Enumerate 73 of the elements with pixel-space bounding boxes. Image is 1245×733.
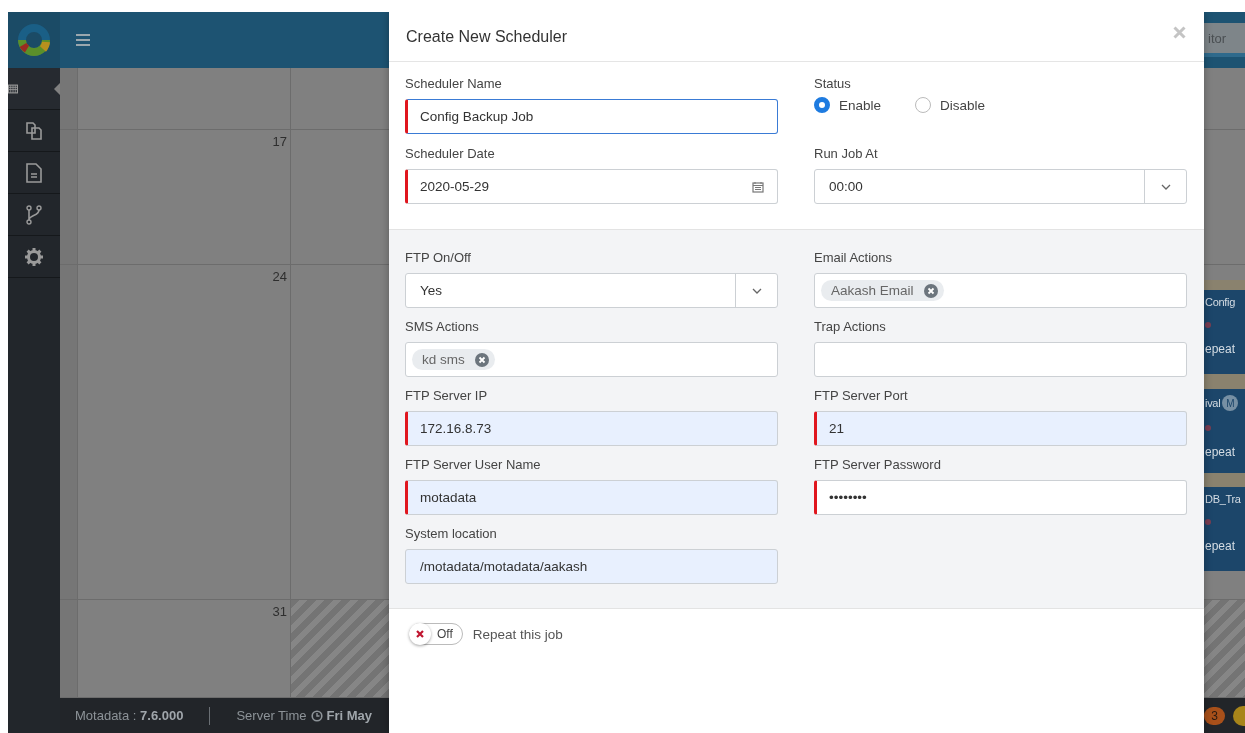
field-label: FTP Server Port — [814, 388, 909, 403]
field-label: Scheduler Name — [405, 76, 503, 91]
toggle-label: Repeat this job — [472, 626, 563, 642]
remove-icon[interactable] — [923, 283, 938, 298]
field-label: FTP On/Off — [405, 250, 472, 265]
radio-button[interactable] — [915, 97, 932, 113]
text-field[interactable]: motadata — [405, 480, 778, 515]
text-field[interactable]: /motadata/motadata/aakash — [405, 549, 778, 584]
event-repeat-text: epeat — [1205, 539, 1237, 553]
dropdown[interactable]: 00:00 — [814, 169, 1187, 204]
tag-input-field[interactable] — [814, 342, 1187, 377]
day-number: 24 — [272, 269, 287, 284]
calendar-icon[interactable] — [752, 180, 764, 193]
event-title: Config — [1205, 296, 1235, 308]
radio-option[interactable]: Enable — [814, 97, 882, 113]
event-repeat-text: epeat — [1205, 445, 1237, 459]
dialog-title: Create New Scheduler — [406, 27, 567, 46]
calendar-cell[interactable]: 17 — [78, 130, 291, 264]
chevron-down-icon — [1160, 183, 1171, 190]
field-label: SMS Actions — [405, 319, 480, 334]
event-repeat-text: epeat — [1205, 342, 1237, 356]
dropdown[interactable]: Yes — [405, 273, 778, 308]
event-strip — [1204, 374, 1245, 389]
dot-icon — [1205, 322, 1211, 328]
event-card[interactable]: DB_Tra epeat — [1204, 487, 1245, 571]
field-label: Email Actions — [814, 250, 894, 265]
event-title: DB_Tra — [1205, 493, 1241, 505]
text-field[interactable]: Config Backup Job — [405, 99, 778, 134]
settings-icon — [25, 247, 43, 266]
event-title: ival — [1205, 397, 1221, 409]
day-number: 31 — [272, 604, 287, 619]
toggle-switch[interactable]: Off — [409, 623, 463, 645]
tag-label: kd sms — [422, 352, 465, 367]
dot-icon — [1205, 519, 1211, 525]
logo-icon — [17, 23, 51, 57]
field-label: Status — [814, 76, 852, 91]
remove-icon[interactable] — [474, 352, 489, 367]
field-label: FTP Server Password — [814, 457, 942, 472]
field-label: FTP Server User Name — [405, 457, 542, 472]
tag-input-field[interactable]: Aakash Email — [814, 273, 1187, 308]
field-label: Scheduler Date — [405, 146, 496, 161]
event-card[interactable]: ival M epeat — [1204, 389, 1245, 473]
field-label: System location — [405, 526, 498, 541]
menu-icon[interactable] — [76, 34, 90, 46]
event-badge: M — [1222, 395, 1239, 411]
clock-icon — [310, 709, 323, 722]
date-field[interactable]: 2020-05-29 — [405, 169, 778, 204]
event-strip — [1204, 280, 1245, 290]
branch-icon — [26, 204, 42, 225]
radio-button[interactable] — [814, 97, 830, 113]
day-number: 17 — [272, 134, 287, 149]
calendar-cell[interactable] — [1204, 600, 1245, 697]
field-label: Run Job At — [814, 146, 879, 161]
event-card[interactable]: Config epeat — [1204, 290, 1245, 374]
dot-icon — [1205, 425, 1211, 431]
version-text: Motadata : 7.6.000 — [75, 708, 184, 723]
chevron-down-icon — [751, 287, 762, 294]
sidebar-item[interactable] — [8, 68, 60, 110]
field-label: Trap Actions — [814, 319, 887, 334]
cross-icon — [416, 630, 424, 638]
radio-option[interactable]: Disable — [915, 97, 986, 113]
copy-icon — [24, 120, 44, 141]
tag-label: Aakash Email — [831, 283, 914, 298]
event-strip — [1204, 473, 1245, 487]
password-field[interactable]: •••••••• — [814, 480, 1187, 515]
server-time-label: Server Time — [236, 708, 307, 723]
file-icon — [26, 162, 42, 183]
calendar-cell[interactable]: Config epeat ival M epeat DB_Tra epeat — [1204, 265, 1245, 599]
server-time-value: Fri May — [326, 708, 372, 723]
text-field[interactable]: 172.16.8.73 — [405, 411, 778, 446]
field-label: FTP Server IP — [405, 388, 489, 403]
text-field[interactable]: 21 — [814, 411, 1187, 446]
tag-input-field[interactable]: kd sms — [405, 342, 778, 377]
